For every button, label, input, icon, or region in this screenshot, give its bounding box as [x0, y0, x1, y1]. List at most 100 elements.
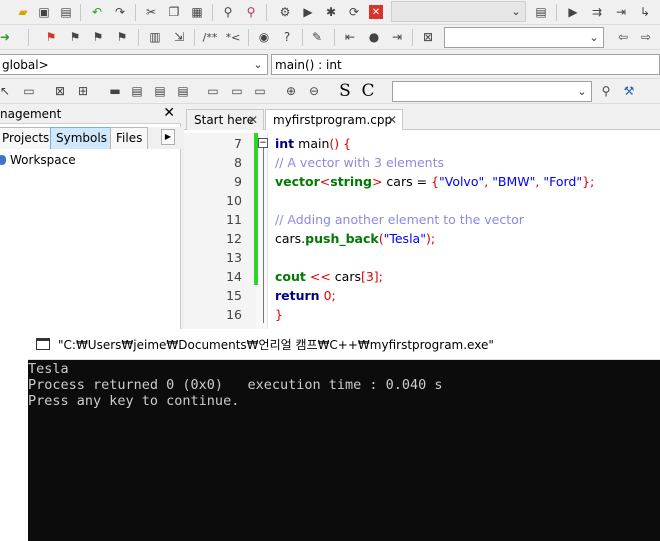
- code-type: string: [330, 174, 372, 189]
- comment-block-icon[interactable]: /**: [199, 28, 221, 46]
- code-stats-icon[interactable]: ▥: [146, 28, 164, 46]
- separator: [248, 29, 249, 46]
- help-icon[interactable]: ?: [278, 28, 296, 46]
- code-type: cout: [275, 269, 306, 284]
- magnifier-icon[interactable]: ⚲: [597, 82, 615, 100]
- code-line-7[interactable]: int main() {: [275, 136, 351, 151]
- jump-forward-icon[interactable]: ⇥: [388, 28, 406, 46]
- build-options-icon[interactable]: ▤: [532, 3, 550, 21]
- block-3-icon[interactable]: ▤: [151, 82, 169, 100]
- frame-3-icon[interactable]: ▭: [251, 82, 269, 100]
- console-output[interactable]: Tesla Process returned 0 (0x0) execution…: [28, 360, 660, 541]
- search-combo[interactable]: ⌄: [444, 27, 604, 48]
- scope-combo[interactable]: global> ⌄: [0, 54, 268, 75]
- arrow-icon[interactable]: ↖: [0, 82, 14, 100]
- symbol-c-icon[interactable]: C: [359, 81, 377, 101]
- separator: [556, 4, 557, 21]
- comment-line-icon[interactable]: *<: [224, 28, 242, 46]
- zoom-in-icon[interactable]: ⊕: [282, 82, 300, 100]
- code-line-16[interactable]: }: [275, 307, 283, 322]
- prev-bookmark-icon[interactable]: ⚑: [66, 28, 84, 46]
- cut-icon[interactable]: ✂: [142, 3, 160, 21]
- close-icon[interactable]: ✕: [248, 110, 258, 130]
- tab-start-here[interactable]: Start here ✕: [186, 109, 264, 130]
- clear-search-icon[interactable]: ⊠: [419, 28, 437, 46]
- debug-continue-icon[interactable]: ▶: [564, 3, 582, 21]
- close-icon[interactable]: ✕: [163, 105, 175, 121]
- separator: [302, 29, 303, 46]
- rect-icon[interactable]: ▭: [20, 82, 38, 100]
- next-bookmark-icon[interactable]: ⚑: [89, 28, 107, 46]
- bookmark-flag-icon[interactable]: ⚑: [42, 28, 60, 46]
- replace-icon[interactable]: ⚲: [242, 3, 260, 21]
- grid-icon[interactable]: ⊠: [51, 82, 69, 100]
- paste-icon[interactable]: ▦: [188, 3, 206, 21]
- tab-projects[interactable]: Projects: [0, 127, 56, 149]
- console-title: "C:₩Users₩jeime₩Documents₩언리얼 캠프₩C++₩myf…: [58, 337, 494, 352]
- code-line-12[interactable]: cars.push_back("Tesla");: [275, 231, 435, 246]
- save-icon[interactable]: ▣: [35, 3, 53, 21]
- close-icon[interactable]: ✕: [387, 110, 397, 130]
- undo-icon[interactable]: ↶: [88, 3, 106, 21]
- code-line-9[interactable]: vector<string> cars = {"Volvo", "BMW", "…: [275, 174, 594, 189]
- function-combo[interactable]: main() : int: [271, 54, 660, 75]
- frame-2-icon[interactable]: ▭: [228, 82, 246, 100]
- build-gear-icon[interactable]: ⚙: [276, 3, 294, 21]
- rebuild-icon[interactable]: ⟳: [345, 3, 363, 21]
- clear-bookmarks-icon[interactable]: ⚑: [113, 28, 131, 46]
- step-into-icon[interactable]: ↳: [636, 3, 654, 21]
- code-keyword: int: [275, 136, 295, 151]
- search-forward-icon[interactable]: ⇨: [637, 28, 655, 46]
- console-line: Tesla: [28, 361, 69, 377]
- breakpoint-icon[interactable]: ●: [365, 28, 383, 46]
- code-paren: );: [425, 231, 436, 246]
- code-line-11[interactable]: // Adding another element to the vector: [275, 212, 524, 227]
- jump-back-icon[interactable]: ⇤: [341, 28, 359, 46]
- fold-toggle-icon[interactable]: −: [258, 138, 268, 148]
- run-to-cursor-icon[interactable]: ⇉: [588, 3, 606, 21]
- tab-myfirstprogram[interactable]: myfirstprogram.cpp ✕: [265, 109, 403, 130]
- block-4-icon[interactable]: ▤: [174, 82, 192, 100]
- search-back-icon[interactable]: ⇦: [614, 28, 632, 46]
- open-file-icon[interactable]: ▰: [14, 3, 32, 21]
- separator: [28, 29, 29, 46]
- function-combo-value: main() : int: [275, 57, 342, 72]
- next-line-icon[interactable]: ⇥: [612, 3, 630, 21]
- console-window[interactable]: "C:₩Users₩jeime₩Documents₩언리얼 캠프₩C++₩myf…: [28, 329, 660, 541]
- find-icon[interactable]: ⚲: [219, 3, 237, 21]
- scope-combo-value: global>: [2, 57, 49, 72]
- line-number: 11: [226, 212, 242, 227]
- tab-symbols[interactable]: Symbols: [50, 127, 113, 149]
- zoom-out-icon[interactable]: ⊖: [305, 82, 323, 100]
- redo-icon[interactable]: ↷: [111, 3, 129, 21]
- frame-1-icon[interactable]: ▭: [204, 82, 222, 100]
- code-line-8[interactable]: // A vector with 3 elements: [275, 155, 444, 170]
- console-titlebar[interactable]: "C:₩Users₩jeime₩Documents₩언리얼 캠프₩C++₩myf…: [28, 329, 660, 360]
- wrench-icon[interactable]: ✎: [308, 28, 326, 46]
- green-arrow-icon[interactable]: ➜: [0, 28, 14, 46]
- line-number: 7: [234, 136, 242, 151]
- abort-icon[interactable]: ✕: [369, 5, 383, 19]
- block-2-icon[interactable]: ▤: [128, 82, 146, 100]
- symbol-search-combo[interactable]: ⌄: [392, 81, 592, 102]
- copy-icon[interactable]: ❐: [165, 3, 183, 21]
- tab-scroll-right-icon[interactable]: ▶: [161, 129, 175, 145]
- scope-toolbar: global> ⌄ main() : int: [0, 52, 660, 79]
- code-line-14[interactable]: cout << cars[3];: [275, 269, 383, 284]
- code-format-icon[interactable]: ⇲: [170, 28, 188, 46]
- doxygen-icon[interactable]: ◉: [255, 28, 273, 46]
- code-string: "BMW": [492, 174, 536, 189]
- run-icon[interactable]: ▶: [299, 3, 317, 21]
- tree-item-workspace[interactable]: Workspace: [0, 151, 76, 169]
- code-line-15[interactable]: return 0;: [275, 288, 336, 303]
- save-all-icon[interactable]: ▤: [57, 3, 75, 21]
- tab-files[interactable]: Files: [110, 127, 149, 149]
- build-target-combo[interactable]: ⌄: [391, 1, 526, 22]
- block-1-icon[interactable]: ▬: [106, 82, 124, 100]
- symbol-s-icon[interactable]: S: [336, 81, 354, 101]
- search-settings-icon[interactable]: ⚒: [620, 82, 638, 100]
- code-string: "Volvo": [438, 174, 485, 189]
- build-run-icon[interactable]: ✱: [322, 3, 340, 21]
- cross-grid-icon[interactable]: ⊞: [74, 82, 92, 100]
- line-number: 12: [226, 231, 242, 246]
